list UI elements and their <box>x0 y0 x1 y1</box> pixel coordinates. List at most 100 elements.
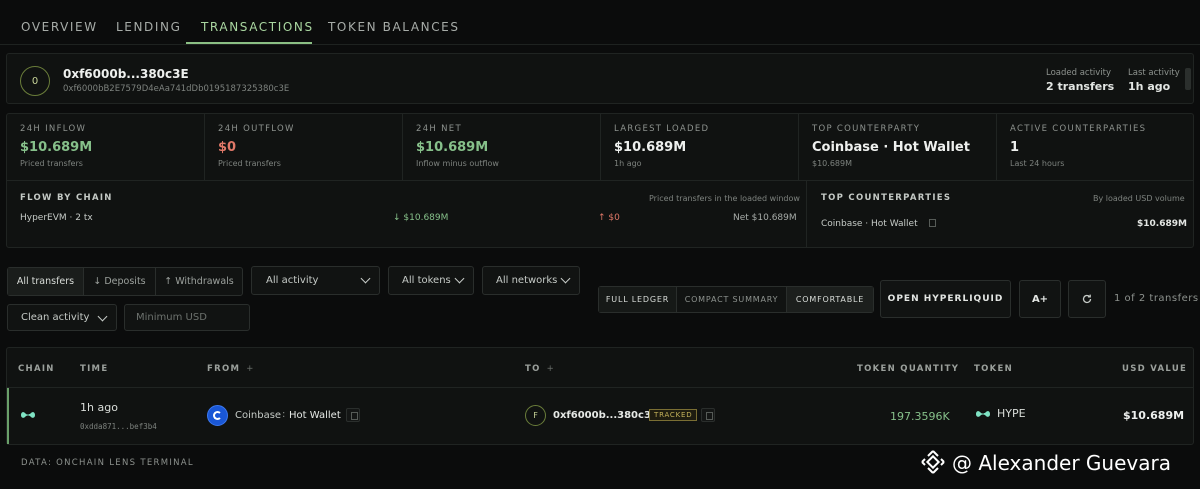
divider <box>806 181 807 248</box>
col-from-label: FROM <box>207 364 241 374</box>
row-usd-value: $10.689M <box>1123 409 1185 422</box>
chevron-down-icon <box>454 273 465 284</box>
metric-sub: Last 24 hours <box>1010 159 1065 168</box>
metric-title: ACTIVE COUNTERPARTIES <box>1010 124 1147 134</box>
metric-net: 24H NET $10.689M Inflow minus outflow <box>403 113 601 180</box>
activity-select-value: All activity <box>266 275 319 286</box>
clean-activity-value: Clean activity <box>21 312 90 323</box>
tokens-select[interactable]: All tokens <box>388 266 474 295</box>
chevron-down-icon <box>360 273 371 284</box>
col-to[interactable]: TO + <box>525 364 555 374</box>
copy-icon[interactable] <box>929 219 936 227</box>
filter-withdrawals[interactable]: ↑ Withdrawals <box>156 268 242 295</box>
chevron-down-icon <box>97 311 108 322</box>
col-time[interactable]: TIME <box>80 364 108 374</box>
metric-value: 1 <box>1010 140 1020 155</box>
hyperevm-icon <box>21 412 35 418</box>
top-counterparties-title: TOP COUNTERPARTIES <box>821 193 952 203</box>
metric-value: Coinbase · Hot Wallet <box>812 140 970 155</box>
metric-value: $10.689M <box>416 140 489 155</box>
row-from-entity[interactable]: Coinbase <box>235 410 281 421</box>
metric-title: TOP COUNTERPARTY <box>812 124 921 134</box>
chevron-down-icon <box>560 273 571 284</box>
address-full: 0xf6000bB2E7579D4eAa741dDb0195187325380c… <box>63 84 290 94</box>
copy-icon[interactable] <box>346 408 360 422</box>
metric-value: $10.689M <box>614 140 687 155</box>
metric-sub: Priced transfers <box>20 159 83 168</box>
metric-value: $0 <box>218 140 237 155</box>
metric-top-counterparty: TOP COUNTERPARTY Coinbase · Hot Wallet $… <box>799 113 997 180</box>
mode-full-ledger[interactable]: FULL LEDGER <box>599 287 677 312</box>
col-usd-value[interactable]: USD VALUE <box>1122 364 1187 374</box>
binance-logo-icon <box>921 450 945 474</box>
col-chain[interactable]: CHAIN <box>18 364 55 374</box>
address-avatar: 0 <box>20 66 50 96</box>
to-address-avatar: F <box>525 405 546 426</box>
refresh-button[interactable] <box>1068 280 1106 318</box>
last-activity-value: 1h ago <box>1128 80 1171 93</box>
tracked-badge: TRACKED <box>649 409 698 421</box>
open-hyperliquid-button[interactable]: OPEN HYPERLIQUID <box>880 280 1011 318</box>
counterparty-name[interactable]: Coinbase · Hot Wallet <box>821 219 918 229</box>
metric-value: $10.689M <box>20 140 93 155</box>
mode-compact-summary[interactable]: COMPACT SUMMARY <box>677 287 787 312</box>
tab-transactions[interactable]: TRANSACTIONS <box>201 20 314 34</box>
copy-icon[interactable] <box>701 408 715 422</box>
data-source: DATA: ONCHAIN LENS TERMINAL <box>21 458 194 468</box>
tab-overview[interactable]: OVERVIEW <box>21 20 98 34</box>
metric-title: 24H OUTFLOW <box>218 124 295 134</box>
networks-select[interactable]: All networks <box>482 266 580 295</box>
transfer-count: 1 of 2 transfers <box>1114 293 1199 304</box>
metric-sub: Inflow minus outflow <box>416 159 499 168</box>
minimum-usd-input[interactable]: Minimum USD <box>124 304 250 331</box>
row-from-label[interactable]: Hot Wallet <box>289 410 341 421</box>
counterparty-value: $10.689M <box>1137 219 1187 229</box>
filter-all-transfers[interactable]: All transfers <box>8 268 84 295</box>
metric-largest-loaded: LARGEST LOADED $10.689M 1h ago <box>601 113 799 180</box>
flow-chain-outflow: ↑ $0 <box>598 213 620 223</box>
mode-comfortable[interactable]: COMFORTABLE <box>787 287 873 312</box>
filter-deposits[interactable]: ↓ Deposits <box>84 268 156 295</box>
col-from[interactable]: FROM + <box>207 364 255 374</box>
scrollbar[interactable] <box>1185 68 1191 90</box>
active-tab-indicator <box>186 42 312 44</box>
clean-activity-select[interactable]: Clean activity <box>7 304 117 331</box>
top-counterparties-note: By loaded USD volume <box>1093 194 1185 203</box>
tab-lending[interactable]: LENDING <box>116 20 182 34</box>
metric-active-counterparties: ACTIVE COUNTERPARTIES 1 Last 24 hours <box>997 113 1193 180</box>
last-activity-label: Last activity <box>1128 68 1180 78</box>
tab-bar: OVERVIEW LENDING TRANSACTIONS TOKEN BALA… <box>0 0 1200 45</box>
col-token[interactable]: TOKEN <box>974 364 1013 374</box>
flow-chain-inflow: ↓ $10.689M <box>393 213 449 223</box>
add-filter-icon[interactable]: + <box>246 364 254 374</box>
loaded-activity-label: Loaded activity <box>1046 68 1112 78</box>
font-size-button[interactable]: A+ <box>1019 280 1061 318</box>
flow-by-chain-title: FLOW BY CHAIN <box>20 193 113 203</box>
metric-title: 24H NET <box>416 124 462 134</box>
tokens-select-value: All tokens <box>402 275 451 286</box>
separator: : <box>282 409 286 420</box>
coinbase-logo-icon <box>207 405 228 426</box>
flow-chain-net: Net $10.689M <box>733 213 797 223</box>
tab-token-balances[interactable]: TOKEN BALANCES <box>328 20 460 34</box>
metric-title: 24H INFLOW <box>20 124 87 134</box>
col-to-label: TO <box>525 364 541 374</box>
metric-sub: Priced transfers <box>218 159 281 168</box>
refresh-icon <box>1082 294 1092 304</box>
row-accent-bar <box>7 388 9 444</box>
metric-sub: 1h ago <box>614 159 642 168</box>
row-tx-hash[interactable]: 0xdda871...bef3b4 <box>80 422 157 431</box>
row-to-address[interactable]: 0xf6000b...380c3E <box>553 410 658 421</box>
divider <box>6 180 1194 181</box>
col-token-quantity[interactable]: TOKEN QUANTITY <box>857 364 959 374</box>
address-short[interactable]: 0xf6000b...380c3E <box>63 67 189 81</box>
flow-by-chain-note: Priced transfers in the loaded window <box>649 194 800 203</box>
row-time: 1h ago <box>80 401 118 414</box>
row-token-quantity: 197.3596K <box>890 410 950 423</box>
metric-outflow: 24H OUTFLOW $0 Priced transfers <box>205 113 403 180</box>
metric-sub: $10.689M <box>812 159 852 168</box>
add-filter-icon[interactable]: + <box>547 364 555 374</box>
networks-select-value: All networks <box>496 275 558 286</box>
metric-title: LARGEST LOADED <box>614 124 710 134</box>
activity-select[interactable]: All activity <box>251 266 380 295</box>
